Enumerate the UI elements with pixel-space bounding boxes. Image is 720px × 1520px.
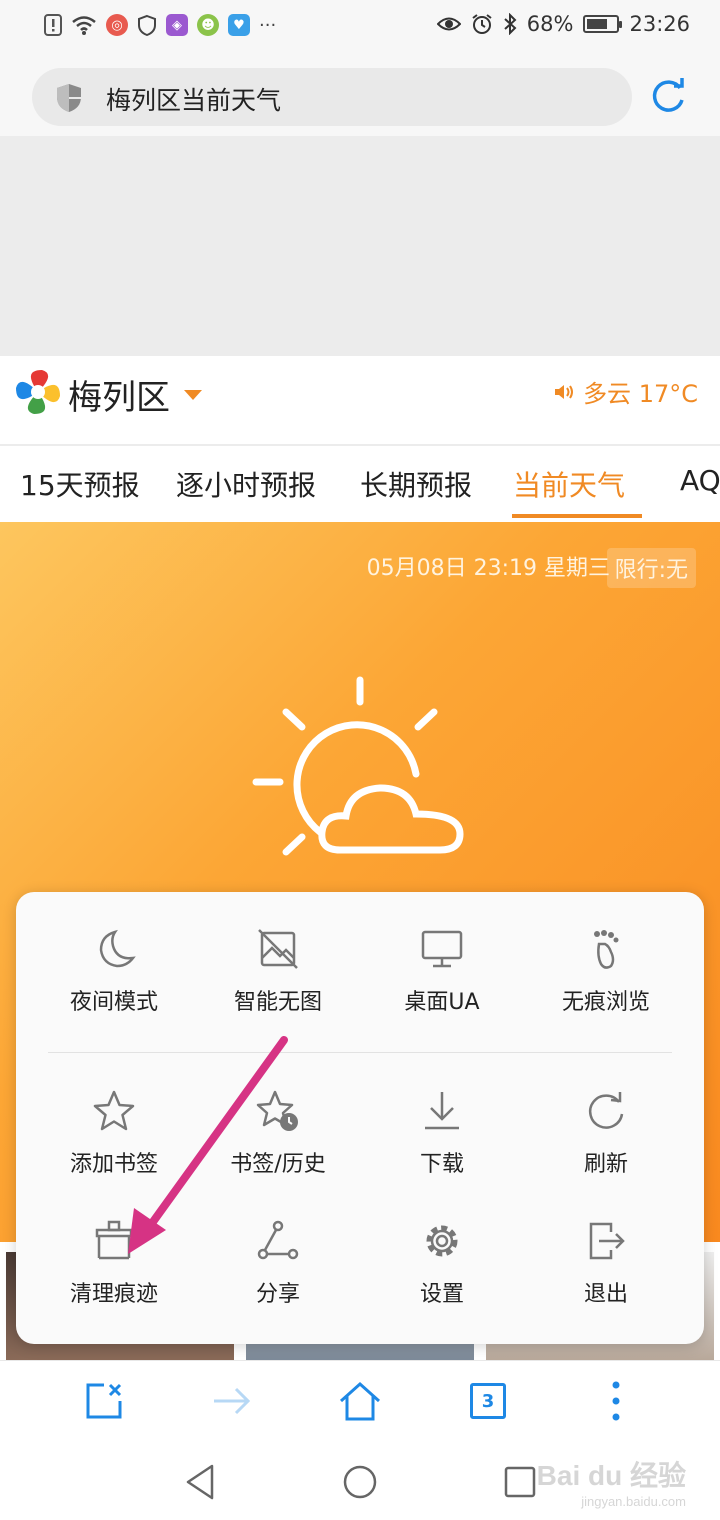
menu-incognito[interactable]: 无痕浏览 <box>520 926 692 1036</box>
menu-exit[interactable]: 退出 <box>520 1218 692 1328</box>
weather-summary-text: 多云 17°C <box>583 380 698 408</box>
menu-divider <box>48 1052 672 1053</box>
city-dropdown-icon[interactable] <box>184 390 202 400</box>
wifi-icon <box>72 16 96 35</box>
clock: 23:26 <box>629 12 690 36</box>
battery-icon <box>583 15 623 33</box>
address-bar: 梅列区当前天气 <box>0 58 720 136</box>
share-icon <box>257 1220 299 1260</box>
active-tab-indicator <box>512 514 642 518</box>
browser-menu: 夜间模式 智能无图 桌面UA 无痕浏览 添加书签 书签/历史 下载 刷新 清理痕… <box>16 892 704 1344</box>
security-shield-icon[interactable] <box>54 82 84 114</box>
alert-icon <box>44 14 62 36</box>
menu-settings[interactable]: 设置 <box>356 1218 528 1328</box>
tab-15-day[interactable]: 15天预报 <box>20 464 140 504</box>
more-notifications: ··· <box>259 14 277 36</box>
traffic-limit-badge: 限行:无 <box>606 548 696 588</box>
moon-icon <box>99 929 136 968</box>
recents-nav-icon[interactable] <box>500 1462 540 1502</box>
app-notification-icon-3: ☻ <box>197 14 219 36</box>
menu-share[interactable]: 分享 <box>192 1218 364 1328</box>
footprint-icon <box>594 930 619 969</box>
battery-percent: 68% <box>526 12 574 36</box>
home-icon[interactable] <box>338 1379 382 1423</box>
url-field[interactable]: 梅列区当前天气 <box>32 68 632 126</box>
menu-bookmarks-history[interactable]: 书签/历史 <box>192 1088 364 1198</box>
speaker-icon[interactable] <box>553 382 575 402</box>
city-header: 梅列区 多云 17°C <box>0 356 720 446</box>
tab-long-term[interactable]: 长期预报 <box>360 464 472 504</box>
forward-icon[interactable] <box>210 1379 254 1423</box>
monitor-icon <box>421 930 463 968</box>
app-notification-icon-1: ◎ <box>106 14 128 36</box>
url-text[interactable]: 梅列区当前天气 <box>106 81 281 117</box>
baidu-jingyan-watermark: Bai du 经验 jingyan.baidu.com <box>536 1460 686 1509</box>
notification-icons: ◎ ◈ ☻ ♥ ··· <box>44 14 276 36</box>
eye-comfort-icon <box>436 17 461 31</box>
menu-refresh[interactable]: 刷新 <box>520 1088 692 1198</box>
app-notification-icon-2: ◈ <box>166 14 188 36</box>
city-name[interactable]: 梅列区 <box>68 370 170 419</box>
exit-icon <box>589 1222 625 1260</box>
menu-night-mode[interactable]: 夜间模式 <box>28 926 200 1036</box>
broom-icon <box>95 1220 133 1260</box>
browser-toolbar: 3 <box>0 1360 720 1440</box>
system-nav-bar: Bai du 经验 jingyan.baidu.com <box>0 1440 720 1520</box>
refresh-icon <box>588 1092 624 1129</box>
back-nav-icon[interactable] <box>182 1462 222 1502</box>
weather-app-logo <box>16 370 60 414</box>
tab-count: 3 <box>470 1383 506 1419</box>
download-icon <box>425 1092 459 1130</box>
menu-add-bookmark[interactable]: 添加书签 <box>28 1088 200 1198</box>
vpn-shield-icon <box>138 14 156 36</box>
bluetooth-icon <box>504 13 517 35</box>
gear-icon <box>426 1225 458 1257</box>
menu-desktop-ua[interactable]: 桌面UA <box>356 926 528 1036</box>
weather-summary[interactable]: 多云 17°C <box>553 374 698 409</box>
tab-current-weather[interactable]: 当前天气 <box>513 464 625 504</box>
app-notification-icon-4: ♥ <box>228 14 250 36</box>
ad-banner-placeholder <box>0 136 720 356</box>
system-indicators: 68% 23:26 <box>436 12 690 36</box>
no-image-icon <box>258 929 298 969</box>
battery-level <box>587 19 607 29</box>
alarm-icon <box>472 14 492 34</box>
status-bar: ◎ ◈ ☻ ♥ ··· 68% 23:26 <box>0 0 720 58</box>
menu-no-image[interactable]: 智能无图 <box>192 926 364 1036</box>
observation-datetime: 05月08日 23:19 星期三 <box>366 556 610 581</box>
menu-clear-traces[interactable]: 清理痕迹 <box>28 1218 200 1328</box>
star-icon <box>93 1090 135 1131</box>
close-tab-icon[interactable] <box>82 1379 126 1423</box>
star-clock-icon <box>256 1090 298 1131</box>
tab-hourly[interactable]: 逐小时预报 <box>176 464 316 504</box>
home-nav-icon[interactable] <box>340 1462 380 1502</box>
reload-icon[interactable] <box>646 74 690 118</box>
menu-download[interactable]: 下载 <box>356 1088 528 1198</box>
more-menu-icon[interactable] <box>594 1379 638 1423</box>
partly-cloudy-icon <box>252 676 464 856</box>
tab-switcher-button[interactable]: 3 <box>466 1379 510 1423</box>
forecast-tabs: 15天预报 逐小时预报 长期预报 当前天气 AQ <box>0 448 720 522</box>
tab-aqi[interactable]: AQ <box>680 464 720 497</box>
